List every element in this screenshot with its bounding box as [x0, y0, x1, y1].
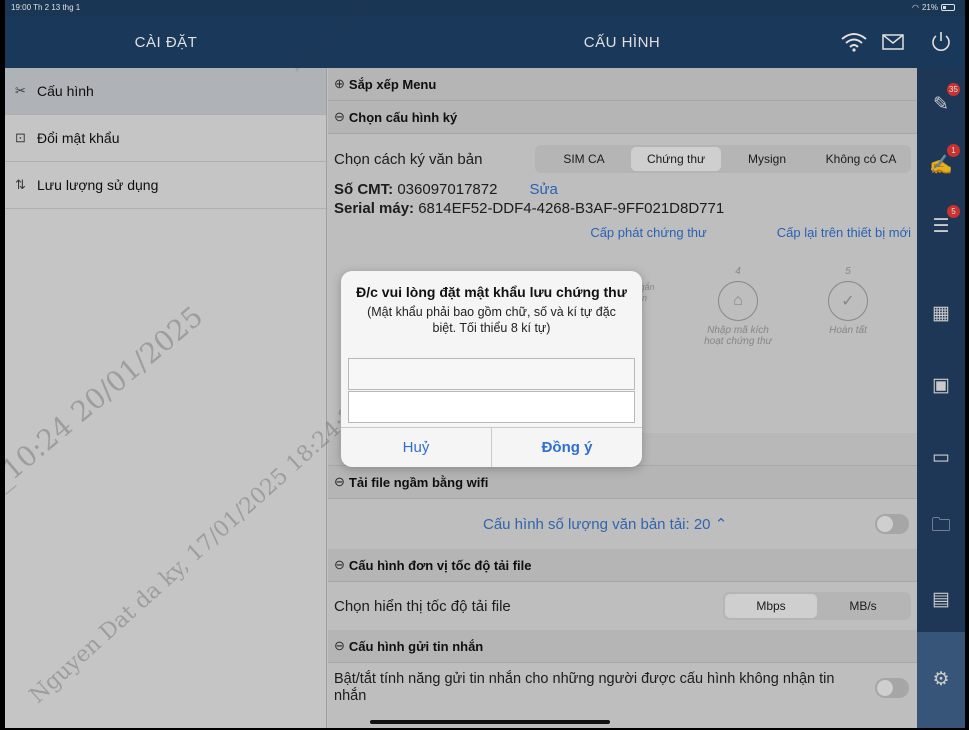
set-password-dialog: Đ/c vui lòng đặt mật khẩu lưu chứng thư … — [341, 271, 642, 467]
home-indicator[interactable] — [370, 720, 610, 724]
dialog-buttons: Huỷ Đồng ý — [341, 427, 642, 467]
confirm-password-field[interactable] — [348, 391, 635, 423]
dialog-message: (Mật khẩu phải bao gồm chữ, số và kí tự … — [367, 305, 616, 335]
password-field[interactable] — [348, 358, 635, 390]
dialog-title: Đ/c vui lòng đặt mật khẩu lưu chứng thư — [356, 284, 627, 300]
app-frame: 19:00 Th 2 13 thg 1 ◠ 21% CÀI ĐẶT CẤU HÌ… — [5, 0, 965, 728]
cancel-button[interactable]: Huỷ — [341, 428, 491, 467]
confirm-button[interactable]: Đồng ý — [491, 428, 642, 467]
